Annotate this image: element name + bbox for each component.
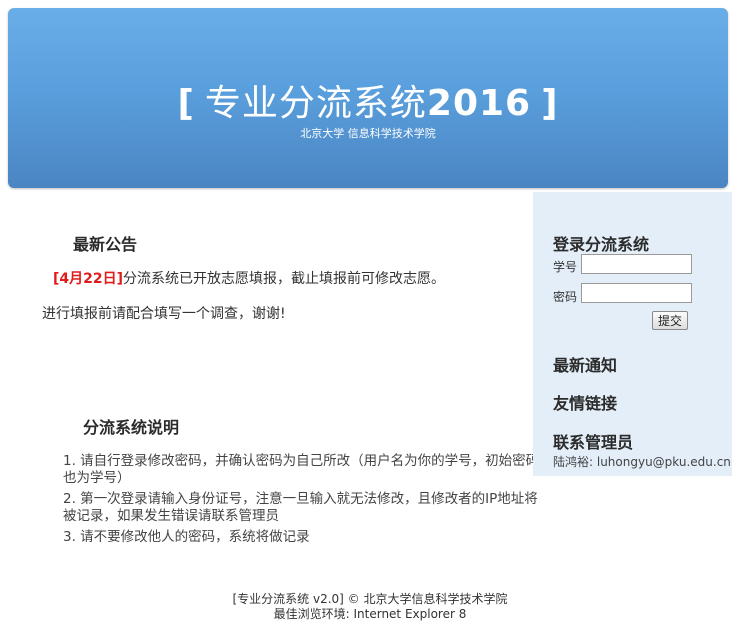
announcement-line-2: 进行填报前请配合填写一个调查，谢谢! — [42, 306, 286, 322]
title-bracket-open: [ — [177, 83, 195, 124]
announcement-date: [4月22日] — [53, 271, 124, 287]
site-title: [专业分流系统2016] — [8, 74, 728, 126]
title-text: 专业分流系统 — [204, 83, 427, 124]
announcement-line-1: [4月22日]分流系统已开放志愿填报，截止填报前可修改志愿。 — [53, 268, 445, 288]
announcement-heading: 最新公告 — [73, 235, 138, 254]
list-item: 1. 请自行登录修改密码，并确认密码为自己所改（用户名为你的学号，初始密码也为学… — [63, 453, 540, 486]
notices-heading[interactable]: 最新通知 — [553, 352, 617, 376]
title-bracket-close: ] — [541, 83, 559, 124]
student-id-label: 学号 — [553, 260, 578, 274]
list-item: 3. 请不要修改他人的密码，系统将做记录 — [63, 529, 310, 545]
list-item: 2. 第一次登录请输入身份证号，注意一旦输入就无法修改，且修改者的IP地址将被记… — [63, 491, 538, 524]
student-id-input[interactable] — [581, 254, 692, 274]
footer-browser-note: 最佳浏览环境: Internet Explorer 8 — [273, 607, 467, 621]
contact-heading: 联系管理员 — [553, 433, 634, 452]
site-subtitle: 北京大学 信息科学技术学院 — [300, 127, 436, 140]
submit-button[interactable]: 提交 — [652, 311, 689, 330]
login-heading: 登录分流系统 — [553, 235, 650, 254]
password-label: 密码 — [553, 290, 578, 304]
announcement-text: 分流系统已开放志愿填报，截止填报前可修改志愿。 — [123, 271, 446, 287]
password-input[interactable] — [581, 283, 692, 303]
title-year: 2016 — [426, 83, 532, 124]
instructions-heading: 分流系统说明 — [83, 418, 180, 437]
instructions-list: 1. 请自行登录修改密码，并确认密码为自己所改（用户名为你的学号，初始密码也为学… — [63, 453, 543, 550]
sidebar: 登录分流系统 学号 密码 提交 最新通知 友情链接 联系管理员 陆鸿裕: luh… — [533, 192, 732, 476]
links-heading[interactable]: 友情链接 — [553, 390, 617, 414]
contact-info: 陆鸿裕: luhongyu@pku.edu.cn — [553, 455, 731, 469]
header-banner: [专业分流系统2016] 北京大学 信息科学技术学院 — [8, 8, 728, 188]
